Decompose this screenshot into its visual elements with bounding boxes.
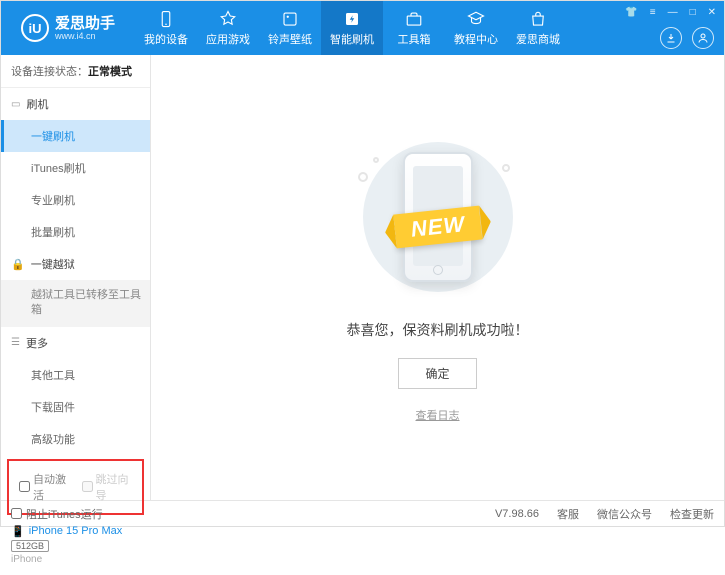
nav-label: 爱思商城 — [516, 31, 560, 47]
success-illustration: NEW — [348, 132, 528, 302]
nav-my-device[interactable]: 我的设备 — [135, 1, 197, 55]
menu-icon[interactable]: ≡ — [648, 5, 658, 20]
ok-button[interactable]: 确定 — [398, 358, 476, 389]
flash-icon — [343, 10, 361, 28]
nav-label: 铃声壁纸 — [268, 31, 312, 47]
tshirt-icon[interactable]: 👕 — [623, 5, 639, 20]
nav-store[interactable]: 爱思商城 — [507, 1, 569, 55]
top-nav: 我的设备 应用游戏 铃声壁纸 智能刷机 工具箱 教程中心 爱思商城 — [135, 1, 569, 55]
wallpaper-icon — [281, 10, 299, 28]
sidebar-group-more[interactable]: ☰ 更多 — [1, 327, 150, 359]
app-logo: iU 爱思助手 www.i4.cn — [9, 14, 127, 42]
nav-ringtones[interactable]: 铃声壁纸 — [259, 1, 321, 55]
device-name: iPhone 15 Pro Max — [29, 525, 123, 537]
nav-label: 智能刷机 — [330, 31, 374, 47]
sidebar-item-other-tools[interactable]: 其他工具 — [1, 359, 150, 391]
auto-activate-checkbox[interactable]: 自动激活 — [19, 471, 70, 503]
app-url: www.i4.cn — [55, 31, 115, 41]
more-icon: ☰ — [11, 337, 20, 348]
skip-guide-checkbox[interactable]: 跳过向导 — [82, 471, 133, 503]
sidebar-group-jailbreak: 🔒 一键越狱 — [1, 248, 150, 280]
device-icon — [157, 10, 175, 28]
sidebar-item-advanced[interactable]: 高级功能 — [1, 423, 150, 455]
nav-toolbox[interactable]: 工具箱 — [383, 1, 445, 55]
sidebar-item-download-firmware[interactable]: 下载固件 — [1, 391, 150, 423]
nav-label: 工具箱 — [398, 31, 431, 47]
sidebar: 设备连接状态：正常模式 ▭ 刷机 一键刷机 iTunes刷机 专业刷机 批量刷机… — [1, 55, 151, 500]
wechat-link[interactable]: 微信公众号 — [597, 506, 652, 522]
sidebar-group-flash[interactable]: ▭ 刷机 — [1, 88, 150, 120]
nav-label: 应用游戏 — [206, 31, 250, 47]
download-button[interactable] — [660, 27, 682, 49]
toolbox-icon — [405, 10, 423, 28]
jailbreak-note: 越狱工具已转移至工具箱 — [1, 280, 150, 327]
main-content: NEW 恭喜您，保资料刷机成功啦！ 确定 查看日志 — [151, 55, 724, 500]
minimize-icon[interactable]: — — [666, 5, 680, 20]
sidebar-item-itunes-flash[interactable]: iTunes刷机 — [1, 152, 150, 184]
app-icon — [219, 10, 237, 28]
support-link[interactable]: 客服 — [557, 506, 579, 522]
view-log-link[interactable]: 查看日志 — [416, 407, 460, 423]
nav-tutorials[interactable]: 教程中心 — [445, 1, 507, 55]
logo-icon: iU — [21, 14, 49, 42]
maximize-icon[interactable]: □ — [688, 5, 698, 20]
close-icon[interactable]: ✕ — [706, 5, 718, 20]
device-type: iPhone — [11, 554, 140, 565]
nav-label: 我的设备 — [144, 31, 188, 47]
sidebar-item-batch-flash[interactable]: 批量刷机 — [1, 216, 150, 248]
tutorial-icon — [467, 10, 485, 28]
user-button[interactable] — [692, 27, 714, 49]
success-message: 恭喜您，保资料刷机成功啦！ — [347, 320, 529, 340]
app-name: 爱思助手 — [55, 16, 115, 31]
sidebar-item-pro-flash[interactable]: 专业刷机 — [1, 184, 150, 216]
lock-icon: 🔒 — [11, 258, 25, 271]
sidebar-item-oneclick-flash[interactable]: 一键刷机 — [1, 120, 150, 152]
device-storage: 512GB — [11, 540, 49, 552]
version-label: V7.98.66 — [495, 508, 539, 520]
block-itunes-checkbox[interactable]: 阻止iTunes运行 — [11, 506, 103, 522]
nav-apps[interactable]: 应用游戏 — [197, 1, 259, 55]
store-icon — [529, 10, 547, 28]
check-update-link[interactable]: 检查更新 — [670, 506, 714, 522]
connection-status: 设备连接状态：正常模式 — [1, 55, 150, 88]
nav-label: 教程中心 — [454, 31, 498, 47]
device-info[interactable]: 📱 iPhone 15 Pro Max 512GB iPhone — [1, 519, 150, 575]
collapse-icon: ▭ — [11, 99, 20, 110]
nav-flash[interactable]: 智能刷机 — [321, 1, 383, 55]
